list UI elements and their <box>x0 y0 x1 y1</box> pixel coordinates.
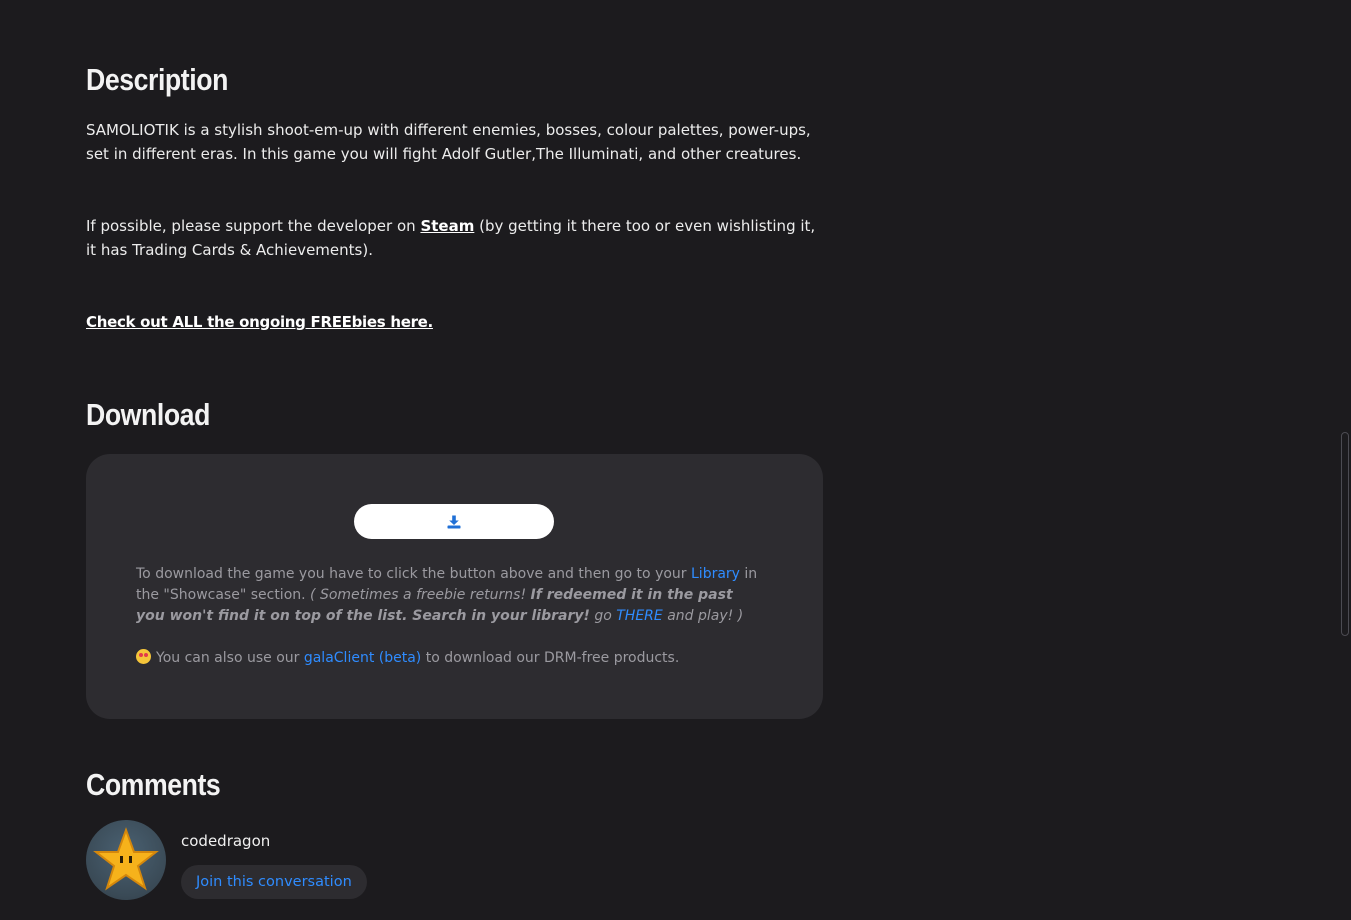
support-text-before: If possible, please support the develope… <box>86 217 421 235</box>
galaclient-note: You can also use our galaClient (beta) t… <box>136 648 766 669</box>
extra-before: You can also use our <box>156 650 304 666</box>
note-italic3: and play! ) <box>662 608 744 624</box>
scrollbar[interactable] <box>1341 432 1349 636</box>
galaclient-link[interactable]: galaClient (beta) <box>304 650 421 666</box>
note-part1: To download the game you have to click t… <box>136 566 691 582</box>
freebies-link[interactable]: Check out ALL the ongoing FREEbies here. <box>86 313 433 331</box>
join-conversation-button[interactable]: Join this conversation <box>181 865 367 899</box>
avatar <box>86 820 166 900</box>
note-italic1: ( Sometimes a freebie returns! <box>310 587 531 603</box>
steam-link[interactable]: Steam <box>420 217 474 235</box>
comment-composer: codedragon Join this conversation <box>86 820 586 900</box>
star-eyes-emoji-icon <box>136 649 151 664</box>
download-button[interactable] <box>354 504 554 539</box>
download-icon <box>447 515 461 528</box>
username: codedragon <box>181 832 271 850</box>
library-link[interactable]: Library <box>691 566 740 582</box>
extra-after: to download our DRM-free products. <box>421 650 680 666</box>
description-text: SAMOLIOTIK is a stylish shoot-em-up with… <box>86 121 811 163</box>
download-instructions: To download the game you have to click t… <box>136 564 766 627</box>
freebies-paragraph: Check out ALL the ongoing FREEbies here. <box>86 310 823 334</box>
download-heading: Download <box>86 397 210 432</box>
comments-heading: Comments <box>86 767 221 802</box>
description-heading: Description <box>86 62 228 97</box>
star-icon <box>93 827 159 891</box>
download-panel: To download the game you have to click t… <box>86 454 823 719</box>
support-text: If possible, please support the develope… <box>86 214 823 262</box>
note-italic2: go <box>589 608 617 624</box>
there-link[interactable]: THERE <box>616 608 663 624</box>
